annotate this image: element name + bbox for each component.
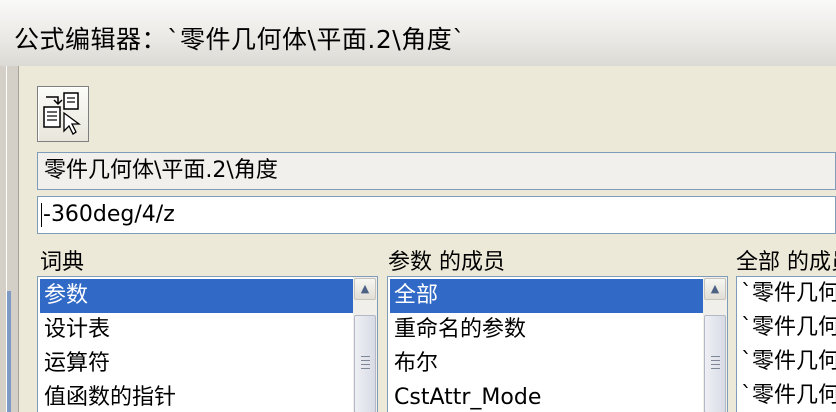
- formula-input[interactable]: -360deg/4/z: [37, 196, 836, 234]
- window-title: 公式编辑器：`零件几何体\平面.2\角度`: [14, 25, 466, 54]
- title-bar: 公式编辑器：`零件几何体\平面.2\角度`: [0, 0, 836, 67]
- dictionary-item-operators[interactable]: 运算符: [38, 347, 377, 381]
- text-caret: [41, 203, 42, 227]
- dictionary-item-value-function-pointer[interactable]: 值函数的指针: [38, 381, 377, 412]
- dictionary-list[interactable]: 参数 设计表 运算符 值函数的指针 ▲: [37, 276, 378, 412]
- parameter-path-field: 零件几何体\平面.2\角度: [37, 152, 836, 190]
- members-label: 参数 的成员: [388, 250, 505, 275]
- dictionary-item-parameters[interactable]: 参数: [40, 279, 375, 313]
- dictionary-item-design-table[interactable]: 设计表: [38, 313, 377, 347]
- members-list[interactable]: 全部 重命名的参数 布尔 CstAttr_Mode ▲: [387, 276, 728, 412]
- scroll-thumb[interactable]: [354, 315, 376, 412]
- all-members-item[interactable]: `零件几何: [737, 345, 836, 379]
- arrow-up-icon[interactable]: ▲: [704, 278, 726, 300]
- all-members-label: 全部 的成员: [736, 250, 836, 275]
- members-item-boolean[interactable]: 布尔: [388, 347, 727, 381]
- members-scrollbar[interactable]: ▲: [703, 277, 727, 412]
- arrow-up-icon[interactable]: ▲: [354, 278, 376, 300]
- window-left-edge: [0, 66, 19, 412]
- members-item-cstattr-mode[interactable]: CstAttr_Mode: [388, 381, 727, 412]
- members-item-renamed-params[interactable]: 重命名的参数: [388, 313, 727, 347]
- scroll-thumb[interactable]: [704, 315, 726, 412]
- import-formula-button[interactable]: [37, 86, 89, 142]
- all-members-list[interactable]: `零件几何 `零件几何 `零件几何 `零件几何: [736, 276, 836, 412]
- all-members-item[interactable]: `零件几何: [737, 311, 836, 345]
- all-members-item[interactable]: `零件几何: [737, 277, 836, 311]
- dictionary-scrollbar[interactable]: ▲: [353, 277, 377, 412]
- formula-text: -360deg/4/z: [43, 202, 175, 227]
- members-item-all[interactable]: 全部: [390, 279, 725, 313]
- all-members-item[interactable]: `零件几何: [737, 379, 836, 412]
- dictionary-label: 词典: [40, 250, 85, 275]
- formula-import-icon: [43, 92, 81, 135]
